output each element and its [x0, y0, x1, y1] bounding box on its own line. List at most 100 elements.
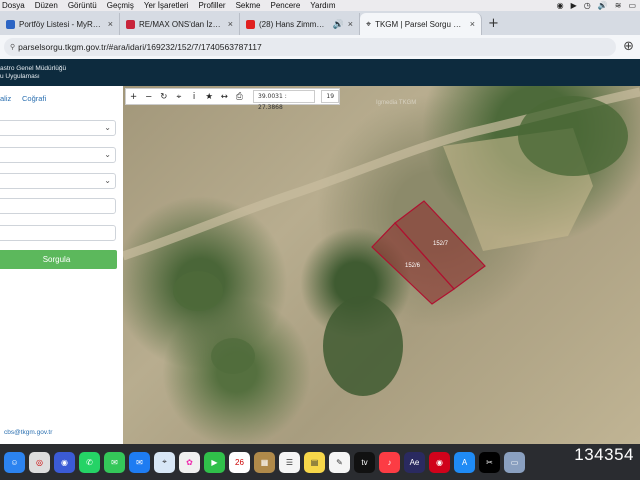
mail-icon[interactable]: ✉ — [129, 451, 150, 473]
app-icon[interactable]: ◉ — [54, 451, 75, 473]
query-panel: aliz Coğrafi ⌄ ⌄ ⌄ Sorgula cbs@tkgm.gov.… — [0, 86, 123, 444]
reminders-icon[interactable]: ☰ — [279, 451, 300, 473]
site-title-line1: astro Genel Müdürlüğü — [0, 65, 67, 72]
menu-sekme[interactable]: Sekme — [236, 1, 261, 10]
speaker-icon[interactable]: 🔊 — [333, 19, 344, 30]
url-text: parselsorgu.tkgm.gov.tr/#ara/idari/16923… — [18, 42, 262, 52]
maps-icon[interactable]: ⌖ — [154, 451, 175, 473]
app-icon[interactable]: ▭ — [504, 451, 525, 473]
play-icon[interactable]: ▶ — [571, 1, 577, 10]
locate-icon[interactable]: ⌖ — [171, 92, 186, 102]
favorite-icon[interactable]: ★ — [202, 92, 217, 102]
mac-menubar: Dosya Düzen Görüntü Geçmiş Yer İşaretler… — [0, 0, 640, 11]
tree-cluster — [323, 296, 403, 396]
neighborhood-select[interactable]: ⌄ — [0, 173, 116, 189]
screen-record-icon[interactable]: ◉ — [557, 1, 564, 10]
photos-icon[interactable]: ✿ — [179, 451, 200, 473]
site-title-line2: u Uygulaması — [0, 73, 40, 80]
tab-title: TKGM | Parsel Sorgu Uygulaması — [375, 19, 466, 29]
menu-gecmis[interactable]: Geçmiş — [107, 1, 134, 10]
info-icon[interactable]: i — [187, 92, 202, 102]
address-bar-row: ⚲ parselsorgu.tkgm.gov.tr/#ara/idari/169… — [0, 35, 640, 59]
timer-icon[interactable]: ◷ — [584, 1, 591, 10]
tab-cografi[interactable]: Coğrafi — [22, 94, 46, 103]
menu-profiller[interactable]: Profiller — [198, 1, 225, 10]
overlay-number: 134354 — [574, 445, 634, 464]
music-icon[interactable]: ♪ — [379, 451, 400, 473]
zoom-out-icon[interactable]: − — [141, 92, 156, 102]
block-input[interactable] — [0, 198, 116, 214]
parcel-label-152-7: 152/7 — [433, 241, 449, 247]
tab-tkgm[interactable]: ⌖ TKGM | Parsel Sorgu Uygulaması × — [360, 13, 482, 35]
tab-myremax[interactable]: Portföy Listesi - MyRemax × — [0, 13, 120, 35]
close-tab-icon[interactable]: × — [228, 19, 233, 29]
extensions-icon[interactable]: ⊕ — [623, 39, 634, 54]
finder-icon[interactable]: ☺ — [4, 451, 25, 473]
new-tab-button[interactable]: + — [488, 16, 499, 31]
tab-title: (28) Hans Zimmer - S.T.A.Y. — [259, 19, 329, 29]
after-effects-icon[interactable]: Ae — [404, 451, 425, 473]
tree-cluster — [211, 338, 255, 374]
site-info-icon[interactable]: ⚲ — [10, 43, 15, 51]
map-overlay: 152/7 152/6 — [123, 87, 640, 396]
chevron-down-icon: ⌄ — [104, 150, 111, 159]
close-tab-icon[interactable]: × — [470, 19, 475, 29]
zoom-in-icon[interactable]: + — [126, 92, 141, 102]
site-header: astro Genel Müdürlüğü u Uygulaması — [0, 59, 640, 86]
menu-yer-isaretleri[interactable]: Yer İşaretleri — [144, 1, 189, 10]
app-store-icon[interactable]: A — [454, 451, 475, 473]
tab-youtube[interactable]: (28) Hans Zimmer - S.T.A.Y. 🔊 × — [240, 13, 360, 35]
whatsapp-icon[interactable]: ✆ — [79, 451, 100, 473]
print-icon[interactable]: ⎙ — [232, 92, 247, 102]
messages-icon[interactable]: ✉ — [104, 451, 125, 473]
close-tab-icon[interactable]: × — [108, 19, 113, 29]
youtube-favicon-icon — [246, 19, 255, 29]
mac-dock: ☺ ◎ ◉ ✆ ✉ ✉ ⌖ ✿ ▶ 26 ▦ ☰ ▤ ✎ tv ♪ Ae ◉ A… — [0, 444, 640, 480]
browser-tab-strip: Portföy Listesi - MyRemax × RE/MAX ONS'd… — [0, 11, 640, 35]
tv-icon[interactable]: tv — [354, 451, 375, 473]
calendar-day: 26 — [235, 457, 244, 467]
menu-duzen[interactable]: Düzen — [35, 1, 58, 10]
map-toolbar: + − ↻ ⌖ i ★ ↔ ⎙ 39.0031 : 27.3868 19 — [125, 88, 340, 111]
menubar-tray: ◉ ▶ ◷ 🔊 ≋ ▭ — [557, 0, 636, 11]
tab-idari[interactable]: aliz — [0, 94, 11, 103]
app-icon[interactable]: ▦ — [254, 451, 275, 473]
speaker-icon[interactable]: 🔊 — [598, 1, 608, 10]
chevron-down-icon: ⌄ — [104, 123, 111, 132]
menu-goruntu[interactable]: Görüntü — [68, 1, 97, 10]
menu-pencere[interactable]: Pencere — [271, 1, 301, 10]
tab-title: Portföy Listesi - MyRemax — [19, 19, 104, 29]
capcut-icon[interactable]: ✂ — [479, 451, 500, 473]
battery-icon[interactable]: ▭ — [628, 1, 636, 10]
province-select[interactable]: ⌄ — [0, 120, 116, 136]
chrome-icon[interactable]: ◎ — [29, 451, 50, 473]
satellite-map[interactable]: 152/7 152/6 Igmedia TKGM + − ↻ ⌖ i ★ ↔ ⎙… — [123, 86, 640, 444]
contact-email[interactable]: cbs@tkgm.gov.tr — [4, 429, 52, 436]
url-field[interactable]: ⚲ parselsorgu.tkgm.gov.tr/#ara/idari/169… — [4, 38, 616, 56]
calendar-icon[interactable]: 26 — [229, 451, 250, 473]
district-select[interactable]: ⌄ — [0, 147, 116, 163]
location-pin-icon: ⌖ — [366, 18, 372, 29]
measure-icon[interactable]: ↔ — [217, 92, 232, 102]
menu-dosya[interactable]: Dosya — [2, 1, 25, 10]
notes-icon[interactable]: ▤ — [304, 451, 325, 473]
coordinate-readout: 39.0031 : 27.3868 — [253, 90, 316, 111]
app-icon[interactable]: ◉ — [429, 451, 450, 473]
refresh-icon[interactable]: ↻ — [156, 92, 171, 102]
tree-cluster — [518, 96, 628, 176]
tab-remax-ons[interactable]: RE/MAX ONS'dan İzmir Kınık'ta × — [120, 13, 240, 35]
tree-cluster — [173, 271, 223, 311]
chevron-down-icon: ⌄ — [104, 176, 111, 185]
parcel-label-152-6: 152/6 — [405, 263, 421, 269]
query-button[interactable]: Sorgula — [0, 250, 117, 269]
map-watermark: Igmedia TKGM — [376, 100, 417, 106]
close-tab-icon[interactable]: × — [348, 19, 353, 29]
facetime-icon[interactable]: ▶ — [204, 451, 225, 473]
wifi-icon[interactable]: ≋ — [615, 1, 622, 10]
menu-yardim[interactable]: Yardım — [310, 1, 335, 10]
zoom-level: 19 — [321, 90, 340, 103]
parcel-input[interactable] — [0, 225, 116, 241]
myremax-favicon-icon — [6, 19, 15, 29]
tab-title: RE/MAX ONS'dan İzmir Kınık'ta — [139, 19, 224, 29]
freeform-icon[interactable]: ✎ — [329, 451, 350, 473]
